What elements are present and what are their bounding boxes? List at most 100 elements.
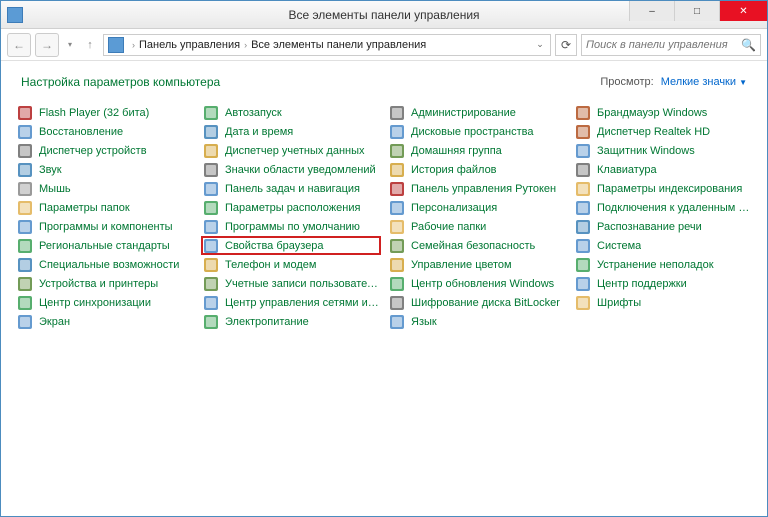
titlebar: Все элементы панели управления – □ ✕: [1, 1, 767, 29]
cp-item-homegroup[interactable]: Домашняя группа: [387, 141, 567, 160]
cp-item-display[interactable]: Экран: [15, 312, 195, 331]
cp-item-inetopt[interactable]: Свойства браузера: [201, 236, 381, 255]
cp-item-remote[interactable]: Подключения к удаленным рабоч...: [573, 198, 753, 217]
cp-item-label: Домашняя группа: [411, 145, 502, 157]
breadcrumb-seg1[interactable]: Панель управления: [139, 39, 240, 51]
cp-item-sync[interactable]: Центр синхронизации: [15, 293, 195, 312]
cp-item-folderopt[interactable]: Параметры папок: [15, 198, 195, 217]
cp-item-defprog[interactable]: Программы по умолчанию: [201, 217, 381, 236]
index-icon: [575, 181, 591, 197]
window-title: Все элементы панели управления: [288, 8, 479, 22]
cp-item-credmgr[interactable]: Диспетчер учетных данных: [201, 141, 381, 160]
lang-icon: [389, 314, 405, 330]
cp-item-lang[interactable]: Язык: [387, 312, 567, 331]
cp-item-history[interactable]: История файлов: [387, 160, 567, 179]
cp-item-recovery[interactable]: Восстановление: [15, 122, 195, 141]
cp-item-datetime[interactable]: Дата и время: [201, 122, 381, 141]
datetime-icon: [203, 124, 219, 140]
cp-item-region[interactable]: Региональные стандарты: [15, 236, 195, 255]
notif-icon: [203, 162, 219, 178]
update-icon: [389, 276, 405, 292]
control-panel-icon: [7, 7, 23, 23]
cp-item-phone[interactable]: Телефон и модем: [201, 255, 381, 274]
chevron-down-icon: ▼: [739, 78, 747, 87]
cp-item-taskbar[interactable]: Панель задач и навигация: [201, 179, 381, 198]
cp-item-sound[interactable]: Звук: [15, 160, 195, 179]
cp-item-label: Центр синхронизации: [39, 297, 151, 309]
support-icon: [575, 276, 591, 292]
cp-item-storage[interactable]: Дисковые пространства: [387, 122, 567, 141]
close-button[interactable]: ✕: [719, 1, 767, 21]
history-dropdown-button[interactable]: ▾: [63, 40, 77, 49]
cp-item-devmgr[interactable]: Диспетчер устройств: [15, 141, 195, 160]
cp-item-speech[interactable]: Распознавание речи: [573, 217, 753, 236]
cp-item-label: Центр обновления Windows: [411, 278, 554, 290]
fonts-icon: [575, 295, 591, 311]
admin-icon: [389, 105, 405, 121]
cp-item-label: Автозапуск: [225, 107, 282, 119]
cp-item-realtek[interactable]: Диспетчер Realtek HD: [573, 122, 753, 141]
breadcrumb[interactable]: › Панель управления › Все элементы панел…: [103, 34, 551, 56]
cp-item-users[interactable]: Учетные записи пользователей: [201, 274, 381, 293]
cp-item-access[interactable]: Специальные возможности: [15, 255, 195, 274]
breadcrumb-dropdown-icon[interactable]: ⌄: [532, 39, 548, 50]
view-by-label: Просмотр:: [600, 76, 653, 88]
cp-item-index[interactable]: Параметры индексирования: [573, 179, 753, 198]
cp-item-autoplay[interactable]: Автозапуск: [201, 103, 381, 122]
cp-item-notif[interactable]: Значки области уведомлений: [201, 160, 381, 179]
cp-item-label: Язык: [411, 316, 437, 328]
minimize-button[interactable]: –: [629, 1, 674, 21]
network-icon: [203, 295, 219, 311]
cp-item-label: Параметры расположения: [225, 202, 360, 214]
cp-item-label: Рабочие папки: [411, 221, 486, 233]
firewall-icon: [575, 105, 591, 121]
cp-item-power[interactable]: Электропитание: [201, 312, 381, 331]
up-button[interactable]: ↑: [81, 33, 99, 57]
cp-item-firewall[interactable]: Брандмауэр Windows: [573, 103, 753, 122]
homegroup-icon: [389, 143, 405, 159]
cp-item-fonts[interactable]: Шрифты: [573, 293, 753, 312]
cp-item-network[interactable]: Центр управления сетями и общи...: [201, 293, 381, 312]
cp-item-admin[interactable]: Администрирование: [387, 103, 567, 122]
cp-item-label: Электропитание: [225, 316, 309, 328]
cp-item-label: Панель задач и навигация: [225, 183, 360, 195]
cp-item-label: Защитник Windows: [597, 145, 695, 157]
cp-item-workfolders[interactable]: Рабочие папки: [387, 217, 567, 236]
forward-button[interactable]: →: [35, 33, 59, 57]
breadcrumb-sep: ›: [244, 40, 247, 50]
cp-item-defender[interactable]: Защитник Windows: [573, 141, 753, 160]
cp-item-trouble[interactable]: Устранение неполадок: [573, 255, 753, 274]
cp-item-personal[interactable]: Персонализация: [387, 198, 567, 217]
cp-item-programs[interactable]: Программы и компоненты: [15, 217, 195, 236]
cp-item-mouse[interactable]: Мышь: [15, 179, 195, 198]
cp-item-rutoken[interactable]: Панель управления Рутокен: [387, 179, 567, 198]
cp-item-label: Устройства и принтеры: [39, 278, 158, 290]
breadcrumb-seg2[interactable]: Все элементы панели управления: [251, 39, 426, 51]
power-icon: [203, 314, 219, 330]
refresh-button[interactable]: ⟳: [555, 34, 577, 56]
search-input[interactable]: [586, 39, 741, 51]
view-by-value[interactable]: Мелкие значки ▼: [661, 76, 747, 88]
window-buttons: – □ ✕: [629, 1, 767, 21]
cp-item-location[interactable]: Параметры расположения: [201, 198, 381, 217]
defender-icon: [575, 143, 591, 159]
cp-item-flash[interactable]: Flash Player (32 бита): [15, 103, 195, 122]
maximize-button[interactable]: □: [674, 1, 719, 21]
cp-item-support[interactable]: Центр поддержки: [573, 274, 753, 293]
cp-item-color[interactable]: Управление цветом: [387, 255, 567, 274]
cp-item-bitlocker[interactable]: Шифрование диска BitLocker: [387, 293, 567, 312]
cp-item-keyboard[interactable]: Клавиатура: [573, 160, 753, 179]
search-icon[interactable]: 🔍: [741, 38, 756, 52]
cp-item-label: Панель управления Рутокен: [411, 183, 556, 195]
cp-item-family[interactable]: Семейная безопасность: [387, 236, 567, 255]
cp-item-label: Программы по умолчанию: [225, 221, 360, 233]
back-button[interactable]: ←: [7, 33, 31, 57]
cp-item-devprint[interactable]: Устройства и принтеры: [15, 274, 195, 293]
cp-item-label: Управление цветом: [411, 259, 512, 271]
cp-item-label: Шрифты: [597, 297, 641, 309]
speech-icon: [575, 219, 591, 235]
cp-item-update[interactable]: Центр обновления Windows: [387, 274, 567, 293]
search-box[interactable]: 🔍: [581, 34, 761, 56]
cp-item-system[interactable]: Система: [573, 236, 753, 255]
recovery-icon: [17, 124, 33, 140]
